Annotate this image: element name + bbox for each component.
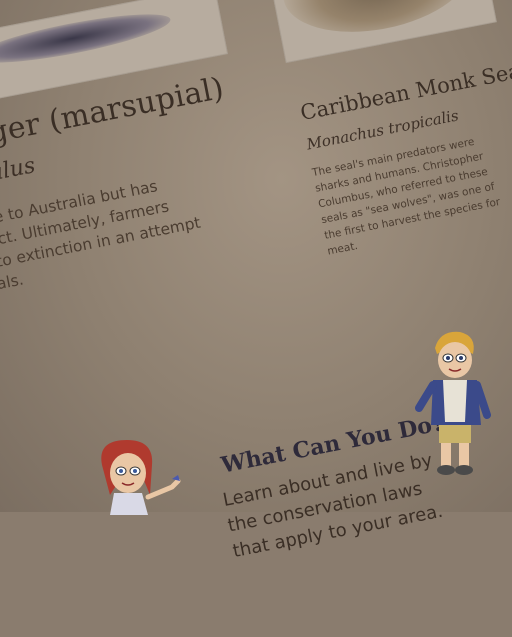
seal-image <box>274 0 480 47</box>
animal-image <box>0 4 174 73</box>
cartoon-boy-icon <box>415 331 491 475</box>
left-article-scientific-name: cephalus <box>0 153 38 197</box>
poster-panel: Tiger (marsupial) cephalus native to Aus… <box>0 0 512 637</box>
photo-scene: Tiger (marsupial) cephalus native to Aus… <box>0 0 512 562</box>
animal-photo-right <box>262 0 497 64</box>
cartoon-girl-icon <box>101 440 181 515</box>
left-article-body: native to Australia but has extinct. Ult… <box>0 155 275 301</box>
right-article-title: Caribbean Monk Sea <box>298 58 512 126</box>
